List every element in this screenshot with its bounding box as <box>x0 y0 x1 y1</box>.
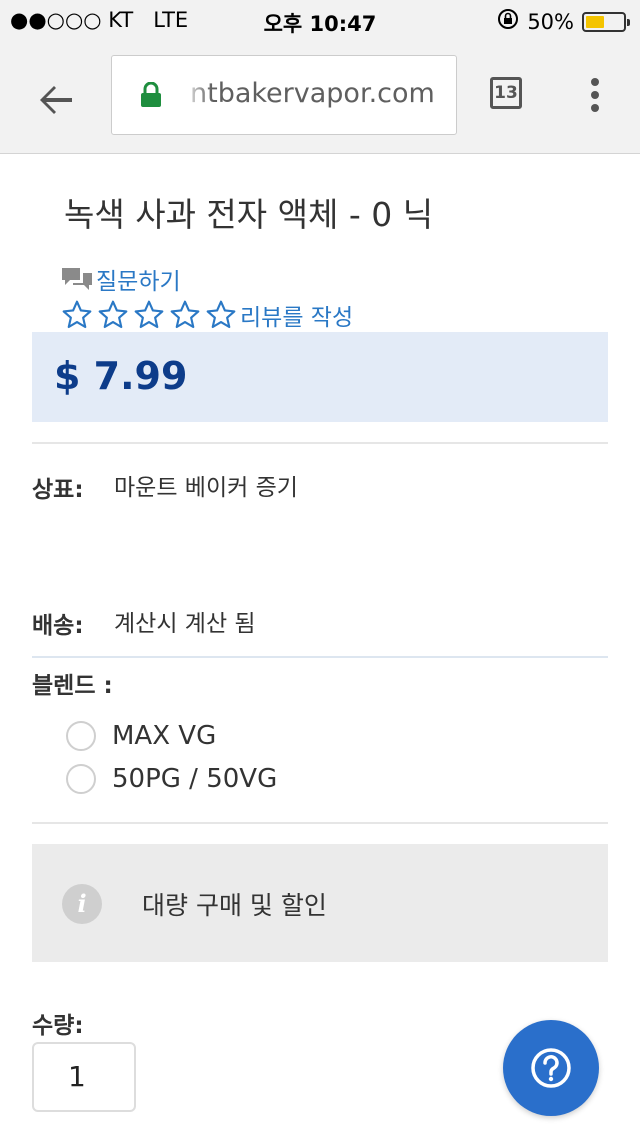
rating-stars <box>60 299 238 331</box>
product-title: 녹색 사과 전자 액체 - 0 닉 <box>64 195 434 234</box>
radio-button[interactable] <box>66 764 96 794</box>
radio-button[interactable] <box>66 721 96 751</box>
status-bar: ●●○○○ KT LTE 오후 10:47 50% <box>0 0 640 40</box>
product-price: $ 7.99 <box>54 354 188 398</box>
blend-option-label: MAX VG <box>112 721 217 751</box>
back-arrow-icon <box>40 86 72 114</box>
status-right: 50% <box>497 8 630 35</box>
battery-percent: 50% <box>527 9 574 34</box>
help-button[interactable] <box>503 1020 599 1116</box>
blend-option-label: 50PG / 50VG <box>112 764 278 794</box>
url-text: ntbakervapor.com <box>190 78 435 109</box>
brand-value: 마운트 베이커 증기 <box>114 475 298 501</box>
price-box: $ 7.99 <box>32 332 608 422</box>
quantity-input[interactable]: 1 <box>32 1042 136 1112</box>
ask-question-label: 질문하기 <box>96 269 181 295</box>
divider <box>32 822 608 824</box>
write-review-link[interactable]: 리뷰를 작성 <box>240 298 353 332</box>
url-fade <box>182 56 212 134</box>
blend-label: 블렌드 : <box>32 673 113 699</box>
overflow-menu-icon[interactable] <box>588 78 602 118</box>
lock-icon <box>140 81 162 112</box>
question-mark-icon <box>531 1048 571 1088</box>
star-icon[interactable] <box>96 299 130 331</box>
review-row: 리뷰를 작성 <box>60 298 353 332</box>
chat-bubbles-icon <box>62 268 92 290</box>
shipping-value: 계산시 계산 됨 <box>114 611 256 637</box>
star-icon[interactable] <box>204 299 238 331</box>
bulk-discount-label: 대량 구매 및 할인 <box>142 891 327 920</box>
address-bar[interactable]: ntbakervapor.com <box>111 55 457 135</box>
ask-question-link[interactable]: 질문하기 <box>60 262 181 296</box>
brand-label: 상표: <box>32 477 84 503</box>
battery-level <box>586 15 604 28</box>
battery-icon <box>582 11 630 32</box>
bulk-discount-box[interactable]: i 대량 구매 및 할인 <box>32 844 608 962</box>
blend-option[interactable]: 50PG / 50VG <box>66 764 277 794</box>
star-icon[interactable] <box>60 299 94 331</box>
info-icon: i <box>62 884 102 924</box>
back-button[interactable] <box>32 76 80 124</box>
star-icon[interactable] <box>168 299 202 331</box>
tab-switcher-button[interactable]: 13 <box>490 77 522 109</box>
divider <box>32 442 608 444</box>
browser-toolbar: ntbakervapor.com 13 <box>0 40 640 154</box>
star-icon[interactable] <box>132 299 166 331</box>
shipping-label: 배송: <box>32 613 84 639</box>
rotation-lock-icon <box>497 8 519 35</box>
blend-option[interactable]: MAX VG <box>66 721 216 751</box>
quantity-label: 수량: <box>32 1013 84 1039</box>
divider <box>32 656 608 658</box>
